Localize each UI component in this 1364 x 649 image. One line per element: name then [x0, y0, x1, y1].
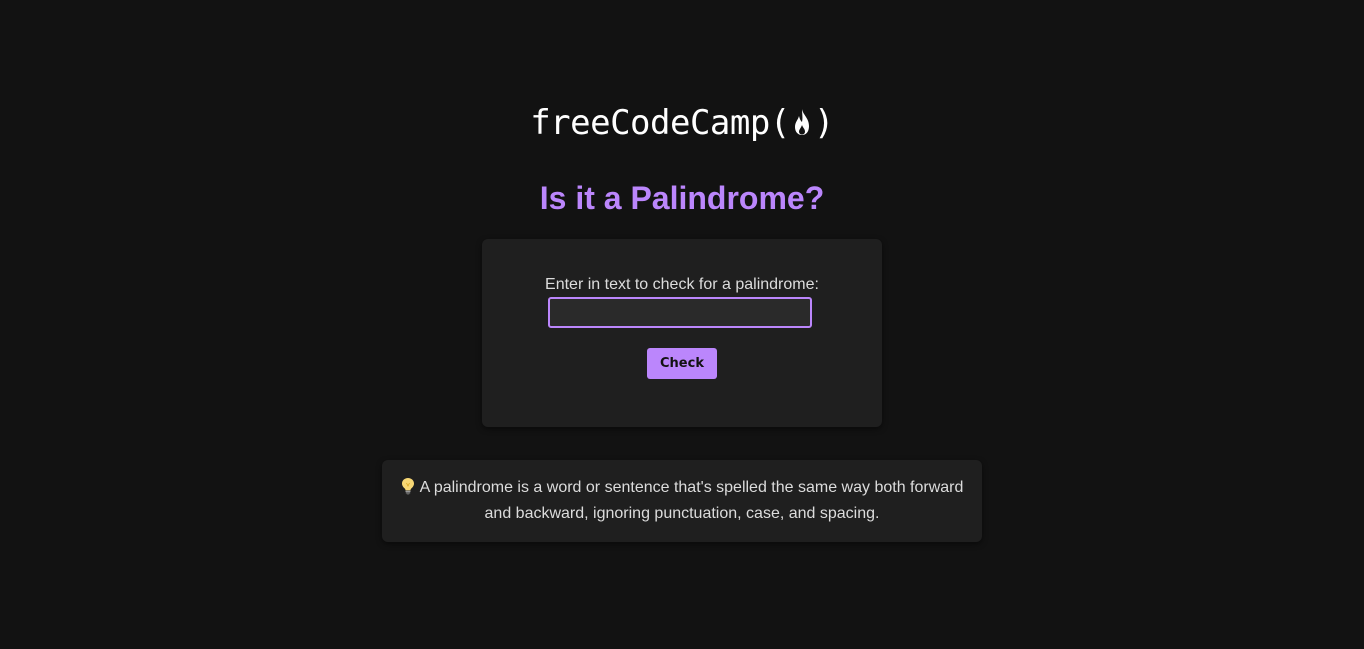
- text-input-label: Enter in text to check for a palindrome:: [545, 276, 819, 293]
- flame-icon: [794, 108, 809, 135]
- text-input[interactable]: [548, 297, 812, 328]
- palindrome-checker-card: Enter in text to check for a palindrome:…: [482, 239, 882, 427]
- logo-open-paren: (: [769, 103, 790, 143]
- lightbulb-icon: [401, 478, 414, 495]
- logo-text: freeCodeCamp: [530, 103, 770, 143]
- logo-close-paren: ): [813, 103, 834, 143]
- check-button[interactable]: Check: [647, 348, 717, 379]
- page-title: Is it a Palindrome?: [539, 180, 825, 216]
- palindrome-definition: A palindrome is a word or sentence that'…: [382, 460, 982, 542]
- definition-text: A palindrome is a word or sentence that'…: [419, 479, 964, 522]
- freecodecamp-logo: freeCodeCamp( ): [0, 100, 1364, 146]
- page: freeCodeCamp( ) Is it a Palindrome? Ente…: [0, 0, 1364, 649]
